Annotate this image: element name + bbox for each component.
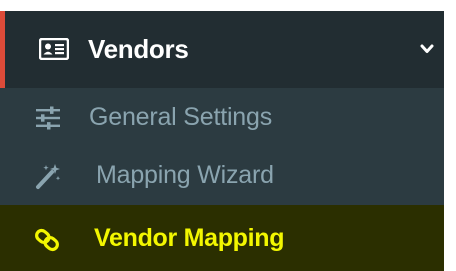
vendor-mapping-label: Vendor Mapping [94,224,285,252]
vendors-menu-label: Vendors [88,34,189,64]
vendors-menu-header[interactable]: Vendors [0,11,444,88]
magic-wand-icon [36,164,61,189]
sidebar-menu: Vendors General Settings Mapping Wizard … [0,0,456,271]
sliders-icon [36,106,60,130]
menu-item-vendor-mapping[interactable]: Vendor Mapping [0,205,444,271]
menu-item-mapping-wizard[interactable]: Mapping Wizard [0,146,444,204]
link-icon [35,228,59,252]
vendors-submenu: General Settings Mapping Wizard [0,88,444,205]
mapping-wizard-label: Mapping Wizard [96,161,274,189]
general-settings-label: General Settings [89,103,273,131]
id-card-icon [39,38,69,60]
chevron-down-icon[interactable] [420,43,434,55]
menu-item-general-settings[interactable]: General Settings [0,88,444,146]
